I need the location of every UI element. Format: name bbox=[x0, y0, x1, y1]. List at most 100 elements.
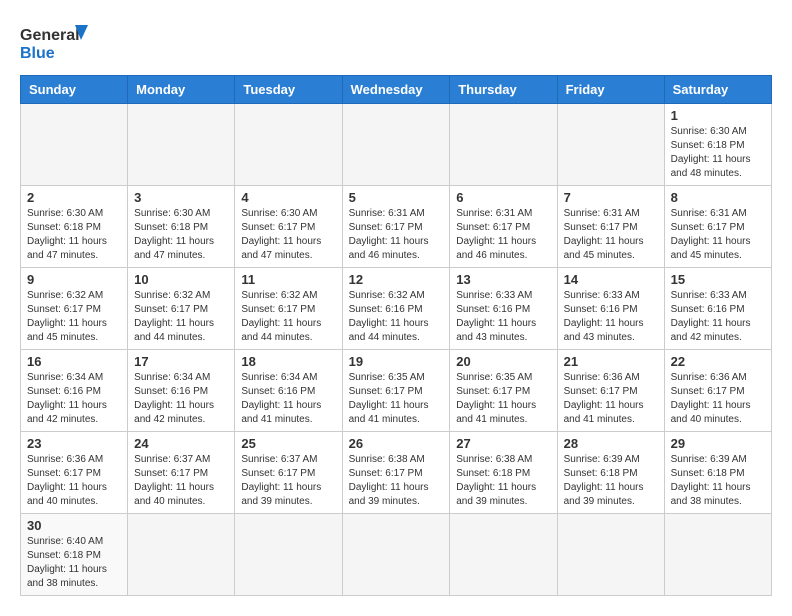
week-row-1: 1 Sunrise: 6:30 AM Sunset: 6:18 PM Daylig… bbox=[21, 104, 772, 186]
day-info: Sunrise: 6:32 AM Sunset: 6:17 PM Dayligh… bbox=[241, 289, 335, 345]
calendar-cell: 8Sunrise: 6:31 AM Sunset: 6:17 PM Daylig… bbox=[664, 186, 771, 268]
day-number: 30 bbox=[27, 518, 121, 533]
day-info: Sunrise: 6:31 AM Sunset: 6:17 PM Dayligh… bbox=[564, 207, 658, 263]
day-info: Sunrise: 6:30 AM Sunset: 6:18 PM Dayligh… bbox=[27, 207, 121, 263]
calendar-cell: 19 Sunrise: 6:35 AM Sunset: 6:17 PM Dayli… bbox=[342, 350, 450, 432]
day-number: 24 bbox=[134, 436, 228, 451]
calendar-cell bbox=[450, 104, 557, 186]
day-number: 16 bbox=[27, 354, 121, 369]
calendar-cell: 12 Sunrise: 6:32 AM Sunset: 6:16 PM Dayli… bbox=[342, 268, 450, 350]
day-number: 4 bbox=[241, 190, 335, 205]
calendar-cell: 13Sunrise: 6:33 AM Sunset: 6:16 PM Dayli… bbox=[450, 268, 557, 350]
calendar-cell: 17 Sunrise: 6:34 AM Sunset: 6:16 PM Dayli… bbox=[128, 350, 235, 432]
weekday-header-thursday: Thursday bbox=[450, 76, 557, 104]
calendar-cell: 30 Sunrise: 6:40 AM Sunset: 6:18 PM Dayli… bbox=[21, 514, 128, 596]
day-info: Sunrise: 6:39 AM Sunset: 6:18 PM Dayligh… bbox=[564, 453, 658, 509]
day-number: 25 bbox=[241, 436, 335, 451]
day-number: 2 bbox=[27, 190, 121, 205]
day-number: 5 bbox=[349, 190, 444, 205]
calendar-cell: 18 Sunrise: 6:34 AM Sunset: 6:16 PM Dayli… bbox=[235, 350, 342, 432]
week-row-5: 23 Sunrise: 6:36 AM Sunset: 6:17 PM Dayli… bbox=[21, 432, 772, 514]
day-number: 1 bbox=[671, 108, 765, 123]
calendar-cell: 15 Sunrise: 6:33 AM Sunset: 6:16 PM Dayli… bbox=[664, 268, 771, 350]
calendar-cell: 24 Sunrise: 6:37 AM Sunset: 6:17 PM Dayli… bbox=[128, 432, 235, 514]
svg-text:Blue: Blue bbox=[20, 45, 55, 62]
day-number: 11 bbox=[241, 272, 335, 287]
day-info: Sunrise: 6:31 AM Sunset: 6:17 PM Dayligh… bbox=[456, 207, 550, 263]
week-row-2: 2 Sunrise: 6:30 AM Sunset: 6:18 PM Daylig… bbox=[21, 186, 772, 268]
day-number: 7 bbox=[564, 190, 658, 205]
day-info: Sunrise: 6:33 AM Sunset: 6:16 PM Dayligh… bbox=[671, 289, 765, 345]
calendar-cell: 1 Sunrise: 6:30 AM Sunset: 6:18 PM Daylig… bbox=[664, 104, 771, 186]
day-info: Sunrise: 6:31 AM Sunset: 6:17 PM Dayligh… bbox=[349, 207, 444, 263]
svg-text:General: General bbox=[20, 27, 80, 44]
day-info: Sunrise: 6:38 AM Sunset: 6:17 PM Dayligh… bbox=[349, 453, 444, 509]
day-number: 23 bbox=[27, 436, 121, 451]
calendar-cell: 29 Sunrise: 6:39 AM Sunset: 6:18 PM Dayli… bbox=[664, 432, 771, 514]
calendar-cell: 22 Sunrise: 6:36 AM Sunset: 6:17 PM Dayli… bbox=[664, 350, 771, 432]
day-info: Sunrise: 6:36 AM Sunset: 6:17 PM Dayligh… bbox=[27, 453, 121, 509]
day-info: Sunrise: 6:34 AM Sunset: 6:16 PM Dayligh… bbox=[241, 371, 335, 427]
calendar-cell bbox=[128, 514, 235, 596]
day-number: 27 bbox=[456, 436, 550, 451]
calendar-cell bbox=[21, 104, 128, 186]
calendar-cell: 20Sunrise: 6:35 AM Sunset: 6:17 PM Dayli… bbox=[450, 350, 557, 432]
weekday-header-row: SundayMondayTuesdayWednesdayThursdayFrid… bbox=[21, 76, 772, 104]
calendar-cell bbox=[342, 514, 450, 596]
calendar-cell bbox=[128, 104, 235, 186]
calendar-cell: 5 Sunrise: 6:31 AM Sunset: 6:17 PM Daylig… bbox=[342, 186, 450, 268]
day-info: Sunrise: 6:35 AM Sunset: 6:17 PM Dayligh… bbox=[349, 371, 444, 427]
day-info: Sunrise: 6:32 AM Sunset: 6:17 PM Dayligh… bbox=[27, 289, 121, 345]
weekday-header-tuesday: Tuesday bbox=[235, 76, 342, 104]
day-number: 29 bbox=[671, 436, 765, 451]
calendar-cell: 25Sunrise: 6:37 AM Sunset: 6:17 PM Dayli… bbox=[235, 432, 342, 514]
day-number: 13 bbox=[456, 272, 550, 287]
weekday-header-friday: Friday bbox=[557, 76, 664, 104]
day-number: 17 bbox=[134, 354, 228, 369]
day-info: Sunrise: 6:36 AM Sunset: 6:17 PM Dayligh… bbox=[564, 371, 658, 427]
calendar-cell: 3Sunrise: 6:30 AM Sunset: 6:18 PM Daylig… bbox=[128, 186, 235, 268]
day-info: Sunrise: 6:30 AM Sunset: 6:18 PM Dayligh… bbox=[671, 125, 765, 181]
calendar-cell: 9 Sunrise: 6:32 AM Sunset: 6:17 PM Daylig… bbox=[21, 268, 128, 350]
day-number: 26 bbox=[349, 436, 444, 451]
day-number: 12 bbox=[349, 272, 444, 287]
day-number: 18 bbox=[241, 354, 335, 369]
weekday-header-saturday: Saturday bbox=[664, 76, 771, 104]
calendar-cell: 10Sunrise: 6:32 AM Sunset: 6:17 PM Dayli… bbox=[128, 268, 235, 350]
calendar-cell: 7 Sunrise: 6:31 AM Sunset: 6:17 PM Daylig… bbox=[557, 186, 664, 268]
calendar-cell bbox=[235, 514, 342, 596]
calendar-cell: 6 Sunrise: 6:31 AM Sunset: 6:17 PM Daylig… bbox=[450, 186, 557, 268]
week-row-4: 16 Sunrise: 6:34 AM Sunset: 6:16 PM Dayli… bbox=[21, 350, 772, 432]
day-number: 20 bbox=[456, 354, 550, 369]
day-number: 9 bbox=[27, 272, 121, 287]
calendar-cell: 27 Sunrise: 6:38 AM Sunset: 6:18 PM Dayli… bbox=[450, 432, 557, 514]
day-info: Sunrise: 6:31 AM Sunset: 6:17 PM Dayligh… bbox=[671, 207, 765, 263]
day-info: Sunrise: 6:37 AM Sunset: 6:17 PM Dayligh… bbox=[134, 453, 228, 509]
day-info: Sunrise: 6:40 AM Sunset: 6:18 PM Dayligh… bbox=[27, 535, 121, 591]
day-info: Sunrise: 6:32 AM Sunset: 6:16 PM Dayligh… bbox=[349, 289, 444, 345]
logo: GeneralBlue bbox=[20, 20, 90, 65]
calendar-cell: 26 Sunrise: 6:38 AM Sunset: 6:17 PM Dayli… bbox=[342, 432, 450, 514]
day-number: 21 bbox=[564, 354, 658, 369]
calendar-cell: 21 Sunrise: 6:36 AM Sunset: 6:17 PM Dayli… bbox=[557, 350, 664, 432]
weekday-header-monday: Monday bbox=[128, 76, 235, 104]
day-number: 22 bbox=[671, 354, 765, 369]
day-info: Sunrise: 6:39 AM Sunset: 6:18 PM Dayligh… bbox=[671, 453, 765, 509]
day-number: 19 bbox=[349, 354, 444, 369]
calendar-cell: 23 Sunrise: 6:36 AM Sunset: 6:17 PM Dayli… bbox=[21, 432, 128, 514]
day-info: Sunrise: 6:34 AM Sunset: 6:16 PM Dayligh… bbox=[27, 371, 121, 427]
day-info: Sunrise: 6:33 AM Sunset: 6:16 PM Dayligh… bbox=[564, 289, 658, 345]
day-info: Sunrise: 6:30 AM Sunset: 6:17 PM Dayligh… bbox=[241, 207, 335, 263]
weekday-header-sunday: Sunday bbox=[21, 76, 128, 104]
day-number: 6 bbox=[456, 190, 550, 205]
day-info: Sunrise: 6:36 AM Sunset: 6:17 PM Dayligh… bbox=[671, 371, 765, 427]
day-number: 15 bbox=[671, 272, 765, 287]
calendar-cell: 16 Sunrise: 6:34 AM Sunset: 6:16 PM Dayli… bbox=[21, 350, 128, 432]
day-info: Sunrise: 6:34 AM Sunset: 6:16 PM Dayligh… bbox=[134, 371, 228, 427]
header: GeneralBlue bbox=[20, 20, 772, 65]
calendar-cell bbox=[235, 104, 342, 186]
day-info: Sunrise: 6:38 AM Sunset: 6:18 PM Dayligh… bbox=[456, 453, 550, 509]
calendar-cell: 11 Sunrise: 6:32 AM Sunset: 6:17 PM Dayli… bbox=[235, 268, 342, 350]
calendar-cell: 2 Sunrise: 6:30 AM Sunset: 6:18 PM Daylig… bbox=[21, 186, 128, 268]
week-row-6: 30 Sunrise: 6:40 AM Sunset: 6:18 PM Dayli… bbox=[21, 514, 772, 596]
